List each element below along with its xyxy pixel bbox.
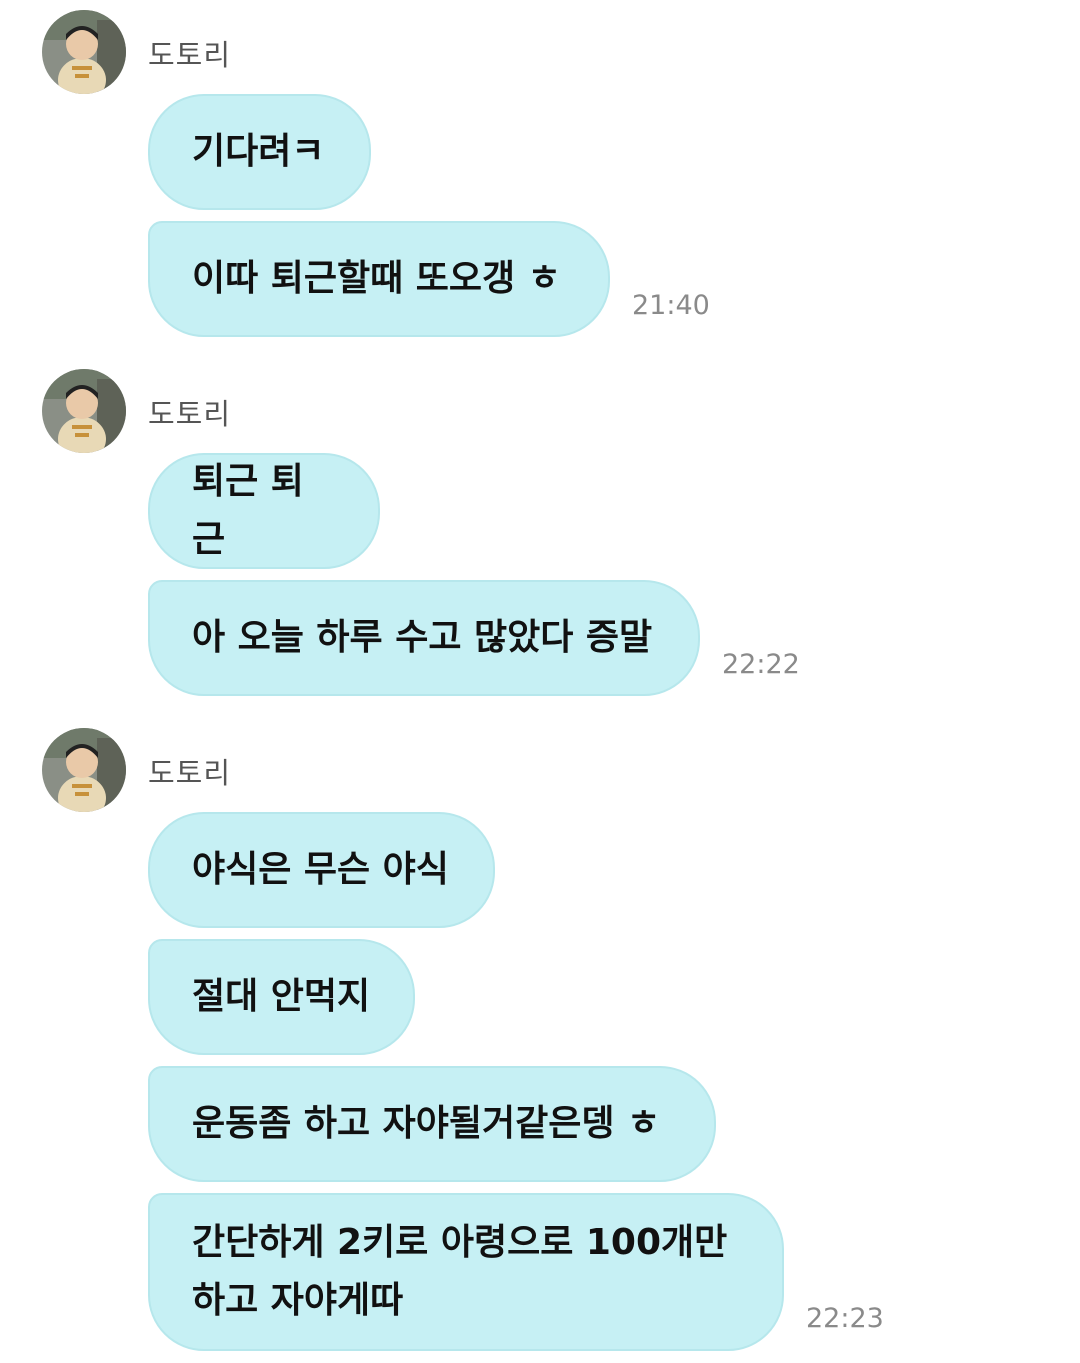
message-timestamp: 22:23 <box>806 1303 884 1334</box>
message-timestamp: 21:40 <box>632 290 710 321</box>
message-bubble[interactable]: 이따 퇴근할때 또오갱 ㅎ <box>148 221 610 337</box>
avatar[interactable] <box>42 369 126 453</box>
profile-photo-icon <box>42 369 126 453</box>
sender-name: 도토리 <box>148 38 232 72</box>
message-bubble[interactable]: 간단하게 2키로 아령으로 100개만 하고 자야게따 <box>148 1193 784 1351</box>
sender-name: 도토리 <box>148 397 232 431</box>
sender-name: 도토리 <box>148 756 232 790</box>
message-bubble[interactable]: 퇴근 퇴근 <box>148 453 380 569</box>
message-bubble[interactable]: 절대 안먹지 <box>148 939 415 1055</box>
message-bubble[interactable]: 기다려ㅋ <box>148 94 371 210</box>
avatar[interactable] <box>42 728 126 812</box>
message-bubble[interactable]: 아 오늘 하루 수고 많았다 증말 <box>148 580 700 696</box>
message-timestamp: 22:22 <box>722 649 800 680</box>
profile-photo-icon <box>42 728 126 812</box>
profile-photo-icon <box>42 10 126 94</box>
message-bubble[interactable]: 운동좀 하고 자야될거같은뎅 ㅎ <box>148 1066 716 1182</box>
message-bubble[interactable]: 야식은 무슨 야식 <box>148 812 495 928</box>
avatar[interactable] <box>42 10 126 94</box>
